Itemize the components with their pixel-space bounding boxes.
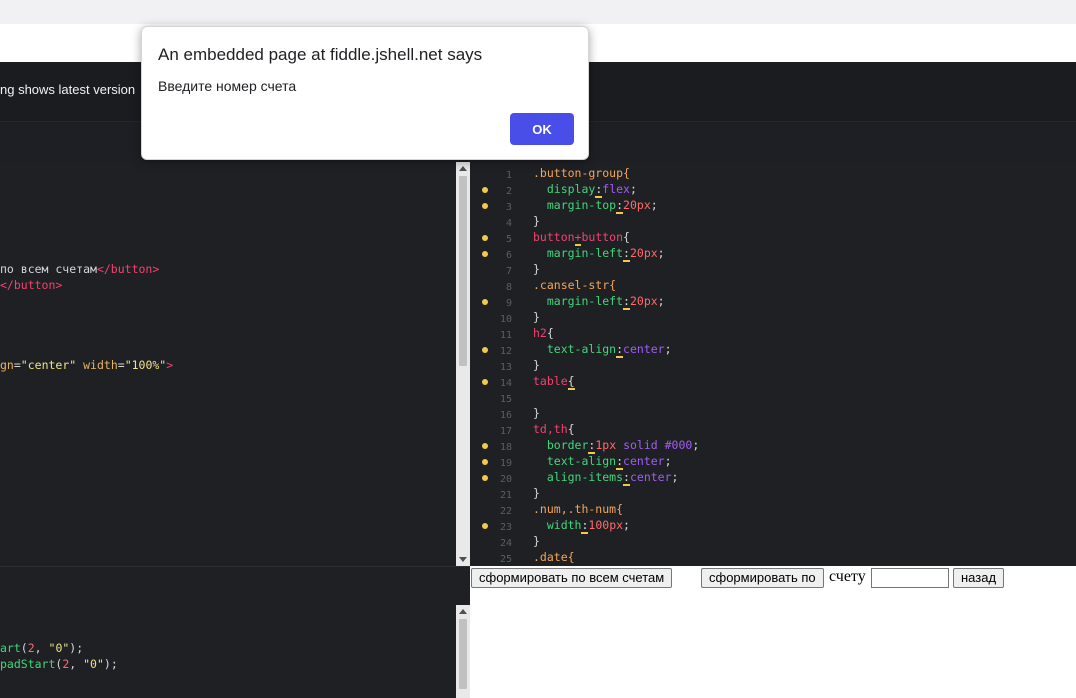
line-number: 9 [505, 298, 512, 309]
html-editor-scrollbar[interactable] [456, 162, 470, 566]
js-code-line: art(2, "0"); [0, 641, 84, 655]
css-code-line: } [533, 310, 540, 324]
css-code-line: align-items:center; [546, 470, 679, 486]
css-code-line: } [533, 406, 540, 420]
html-code-line: по всем счетам</button> [0, 262, 160, 276]
css-code-line: } [533, 262, 540, 276]
css-code-line: display:flex; [546, 182, 637, 198]
css-code-line: .date{ [533, 550, 575, 564]
warning-dot-icon[interactable] [482, 475, 488, 481]
line-number: 15 [499, 394, 512, 405]
browser-tab-strip [0, 0, 1076, 24]
account-number-input[interactable] [871, 568, 949, 588]
css-code-line: } [533, 358, 540, 372]
line-number: 24 [499, 538, 512, 549]
css-code-line: .cansel-str{ [533, 278, 617, 292]
js-editor[interactable]: art(2, "0"); padStart(2, "0"); [0, 566, 470, 698]
css-code-line: h2{ [533, 326, 554, 340]
line-number: 1 [505, 170, 512, 181]
line-number: 14 [499, 378, 512, 389]
css-code-line: margin-left:20px; [546, 246, 665, 262]
line-number: 19 [499, 458, 512, 469]
line-number: 17 [499, 426, 512, 437]
line-number: 13 [499, 362, 512, 373]
line-number: 6 [505, 250, 512, 261]
css-code-line: button+button{ [533, 230, 630, 246]
html-code-line: gn="center" width="100%"> [0, 358, 174, 372]
dialog-title: An embedded page at fiddle.jshell.net sa… [158, 45, 483, 64]
css-code-line: .num,.th-num{ [533, 502, 624, 516]
html-editor[interactable]: по всем счетам</button> </button> gn="ce… [0, 162, 470, 566]
warning-dot-icon[interactable] [482, 187, 488, 193]
account-label: счету [829, 568, 866, 585]
alert-dialog: An embedded page at fiddle.jshell.net sa… [141, 26, 589, 160]
line-number: 12 [499, 346, 512, 357]
warning-dot-icon[interactable] [482, 299, 488, 305]
version-note: ng shows latest version [0, 82, 136, 97]
warning-dot-icon[interactable] [482, 379, 488, 385]
html-code-line: </button> [0, 278, 63, 292]
scroll-down-icon[interactable] [459, 557, 467, 562]
scroll-thumb[interactable] [459, 619, 467, 689]
line-number: 2 [505, 186, 512, 197]
line-number: 7 [505, 266, 512, 277]
line-number: 20 [499, 474, 512, 485]
dialog-message: Введите номер счета [158, 78, 297, 94]
generate-all-button[interactable]: сформировать по всем счетам [471, 568, 673, 588]
css-code-line: td,th{ [533, 422, 575, 436]
line-number: 3 [505, 202, 512, 213]
js-editor-scrollbar[interactable] [456, 605, 470, 698]
line-number: 10 [499, 314, 512, 325]
line-number: 5 [505, 234, 512, 245]
css-editor[interactable]: 1 2 3 4 5 6 7 8 9 10 11 12 13 14 15 16 1… [470, 162, 1076, 566]
line-number: 11 [499, 330, 512, 341]
css-code-line: .button-group{ [533, 166, 630, 180]
scroll-up-icon[interactable] [459, 166, 467, 171]
warning-dot-icon[interactable] [482, 523, 488, 529]
line-number: 22 [499, 506, 512, 517]
line-number: 21 [499, 490, 512, 501]
line-number: 4 [505, 218, 512, 229]
warning-dot-icon[interactable] [482, 347, 488, 353]
warning-dot-icon[interactable] [482, 459, 488, 465]
line-number: 25 [499, 554, 512, 565]
back-button[interactable]: назад [953, 568, 1005, 588]
css-code-line: text-align:center; [546, 454, 672, 470]
generate-by-button[interactable]: сформировать по [701, 568, 824, 588]
line-number: 23 [499, 522, 512, 533]
warning-dot-icon[interactable] [482, 235, 488, 241]
warning-dot-icon[interactable] [482, 251, 488, 257]
css-code-line: border:1px solid #000; [546, 438, 700, 454]
result-pane: сформировать по всем счетам сформировать… [470, 566, 1076, 698]
css-code-line: width:100px; [546, 518, 630, 534]
css-code-line: margin-left:20px; [546, 294, 665, 310]
ok-button[interactable]: OK [510, 113, 574, 145]
line-number: 16 [499, 410, 512, 421]
warning-dot-icon[interactable] [482, 203, 488, 209]
line-number: 18 [499, 442, 512, 453]
scroll-thumb[interactable] [459, 176, 467, 366]
css-code-line: margin-top:20px; [546, 198, 658, 214]
css-code-line: text-align:center; [546, 342, 672, 358]
warning-dot-icon[interactable] [482, 443, 488, 449]
scroll-up-icon[interactable] [459, 609, 467, 614]
css-code-line: table{ [533, 374, 575, 390]
line-number: 8 [505, 282, 512, 293]
js-code-line: padStart(2, "0"); [0, 657, 118, 671]
css-code-line: } [533, 214, 540, 228]
css-code-line: } [533, 486, 540, 500]
css-code-line: } [533, 534, 540, 548]
